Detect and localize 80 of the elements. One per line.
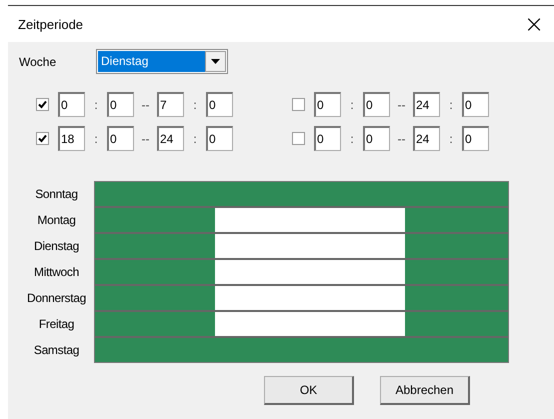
hour-cell[interactable]	[404, 260, 422, 284]
hour-cell[interactable]	[215, 286, 233, 310]
separator-text: :	[93, 132, 99, 146]
separator-text: :	[349, 132, 355, 146]
start-time-field[interactable]: 0	[58, 92, 85, 117]
hour-cell[interactable]	[387, 234, 405, 258]
hour-cell[interactable]	[95, 338, 112, 362]
hour-cell[interactable]	[198, 312, 216, 336]
dropdown-arrow-icon	[211, 59, 220, 64]
hour-cell[interactable]	[490, 286, 508, 310]
hour-cell[interactable]	[387, 312, 405, 336]
separator-text: :	[192, 98, 198, 112]
cancel-button[interactable]: Abbrechen	[380, 376, 470, 405]
period-checkbox[interactable]	[36, 98, 49, 111]
day-label: Mittwoch	[33, 264, 80, 281]
start-time-field[interactable]: 0	[314, 126, 341, 151]
period-checkbox[interactable]	[292, 98, 305, 111]
hour-cell[interactable]	[95, 182, 112, 206]
day-label: Dienstag	[33, 238, 80, 255]
hour-cell[interactable]	[215, 208, 233, 232]
hour-cell[interactable]	[215, 312, 233, 336]
end-time-field[interactable]: 0	[462, 126, 489, 151]
start-time-field[interactable]: 0	[107, 126, 134, 151]
hour-cell[interactable]	[198, 234, 216, 258]
hour-cell[interactable]	[198, 260, 216, 284]
separator-text: --	[396, 132, 406, 146]
hour-cell[interactable]	[387, 260, 405, 284]
hour-cell[interactable]	[490, 234, 508, 258]
end-time-field[interactable]: 24	[157, 126, 184, 151]
window-title: Zeitperiode	[18, 16, 84, 32]
hour-cell[interactable]	[95, 312, 112, 336]
hour-cell[interactable]	[198, 286, 216, 310]
hour-cell[interactable]	[490, 260, 508, 284]
end-time-field[interactable]: 0	[206, 92, 233, 117]
end-time-field[interactable]: 24	[413, 92, 440, 117]
hour-cell[interactable]	[490, 182, 508, 206]
hour-cell[interactable]	[404, 208, 422, 232]
hour-cell[interactable]	[404, 234, 422, 258]
hour-cell[interactable]	[404, 312, 422, 336]
hour-cell[interactable]	[95, 286, 112, 310]
week-label: Woche	[19, 54, 58, 68]
close-button[interactable]: ×	[514, 6, 554, 42]
hour-cell[interactable]	[490, 338, 508, 362]
day-label: Donnerstag	[26, 290, 88, 307]
weekday-dropdown[interactable]: Dienstag	[96, 49, 228, 74]
separator-text: :	[192, 132, 198, 146]
hour-cell[interactable]	[387, 208, 405, 232]
hour-cell[interactable]	[404, 286, 422, 310]
end-time-field[interactable]: 0	[462, 92, 489, 117]
separator-text: --	[140, 132, 150, 146]
ok-button[interactable]: OK	[264, 376, 354, 405]
day-label: Samstag	[32, 342, 80, 359]
hour-cell[interactable]	[490, 208, 508, 232]
end-time-field[interactable]: 7	[157, 92, 184, 117]
hour-cell[interactable]	[215, 260, 233, 284]
separator-text: :	[349, 98, 355, 112]
period-checkbox[interactable]	[36, 132, 49, 145]
end-time-field[interactable]: 24	[413, 126, 440, 151]
start-time-field[interactable]: 18	[58, 126, 85, 151]
start-time-field[interactable]: 0	[363, 92, 390, 117]
start-time-field[interactable]: 0	[363, 126, 390, 151]
day-label: Montag	[36, 212, 77, 229]
hour-cell[interactable]	[95, 234, 112, 258]
separator-text: :	[448, 98, 454, 112]
start-time-field[interactable]: 0	[107, 92, 134, 117]
day-label: Freitag	[38, 316, 76, 333]
separator-text: :	[448, 132, 454, 146]
hour-cell[interactable]	[198, 208, 216, 232]
hour-cell[interactable]	[95, 260, 112, 284]
end-time-field[interactable]: 0	[206, 126, 233, 151]
hour-cell[interactable]	[215, 234, 233, 258]
day-label: Sonntag	[34, 186, 79, 203]
hour-cell[interactable]	[95, 208, 112, 232]
hour-cell[interactable]	[387, 286, 405, 310]
start-time-field[interactable]: 0	[314, 92, 341, 117]
separator-text: --	[396, 98, 406, 112]
hour-cell[interactable]	[490, 312, 508, 336]
separator-text: --	[140, 98, 150, 112]
separator-text: :	[93, 98, 99, 112]
period-checkbox[interactable]	[292, 132, 305, 145]
